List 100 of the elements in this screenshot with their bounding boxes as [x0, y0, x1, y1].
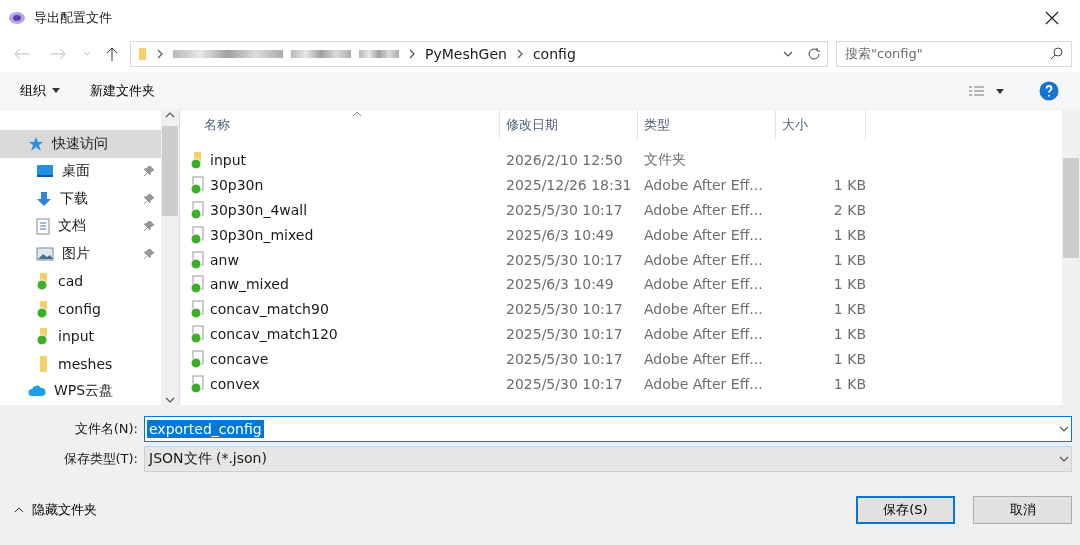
cloud-icon — [28, 385, 46, 398]
forward-arrow-icon — [50, 47, 66, 60]
file-name[interactable]: concav_match90 — [204, 301, 500, 318]
file-name[interactable]: 30p30n_mixed — [204, 226, 500, 243]
modified-date: 2025/6/3 10:49 — [505, 276, 615, 293]
synced-folder-icon — [36, 327, 50, 346]
pin-icon — [143, 192, 155, 205]
column-header[interactable]: 类型 — [638, 110, 776, 140]
modified-date: 2026/2/10 12:50 — [505, 152, 624, 169]
modified-date: 2025/5/30 10:17 — [505, 202, 624, 218]
synced-file-icon — [190, 201, 204, 219]
file-size: 1 KB — [832, 177, 866, 194]
synced-file-icon — [190, 250, 204, 269]
close-icon — [1045, 10, 1059, 25]
cancel-button[interactable]: 取消 — [973, 496, 1072, 524]
file-size: 1 KB — [832, 350, 866, 367]
app-logo-icon — [8, 10, 26, 25]
file-size: 1 KB — [832, 301, 866, 318]
help-icon — [1039, 80, 1059, 101]
pin-icon — [143, 247, 155, 260]
file-type: Adobe After Eff... — [643, 202, 764, 218]
blurred-path-segment — [291, 49, 351, 58]
file-size: 1 KB — [832, 375, 866, 392]
scrollbar[interactable] — [1062, 110, 1080, 405]
file-name[interactable]: input — [204, 152, 500, 169]
chevron-up-icon — [14, 507, 24, 513]
sidebar-item-label: config — [58, 300, 102, 317]
download-arrow-icon — [36, 190, 52, 207]
scroll-down-icon — [165, 395, 175, 405]
column-header[interactable]: 名称 — [204, 110, 500, 140]
file-type: 文件夹 — [643, 151, 687, 170]
breadcrumb[interactable]: config — [532, 45, 576, 62]
sidebar-item[interactable]: 文档 — [0, 212, 161, 240]
file-type: Adobe After Eff... — [643, 177, 764, 194]
save-button[interactable]: 保存(S) — [856, 496, 955, 524]
file-type: Adobe After Eff... — [643, 226, 764, 243]
refresh-icon — [807, 46, 821, 61]
sidebar-item[interactable]: meshes — [0, 350, 161, 378]
column-header[interactable]: 修改日期 — [500, 110, 638, 140]
breadcrumb[interactable]: PyMeshGen — [425, 45, 507, 62]
file-name[interactable]: concave — [204, 350, 500, 367]
details-view-icon — [968, 84, 1004, 97]
file-size: 1 KB — [832, 226, 866, 243]
file-name[interactable]: concav_match120 — [204, 325, 500, 342]
synced-file-icon — [190, 374, 204, 393]
modified-date: 2025/5/30 10:17 — [505, 251, 624, 268]
sidebar-item-label: meshes — [58, 355, 114, 372]
modified-date: 2025/5/30 10:17 — [505, 301, 624, 318]
scroll-up-icon — [165, 110, 175, 120]
sidebar-item[interactable]: WPS云盘 — [0, 377, 161, 405]
sidebar-item-label: 下载 — [60, 189, 89, 208]
file-size: 1 KB — [832, 276, 866, 293]
file-type: Adobe After Eff... — [643, 375, 764, 392]
chevron-right-icon — [155, 48, 165, 59]
sidebar-item[interactable]: 图片 — [0, 240, 161, 268]
caret-icon — [52, 88, 60, 93]
sidebar-item[interactable]: input — [0, 322, 161, 350]
back-arrow-icon — [14, 47, 30, 60]
synced-folder-icon — [36, 272, 50, 291]
file-name[interactable]: anw_mixed — [204, 276, 500, 293]
sidebar-item-label: WPS云盘 — [54, 382, 115, 401]
file-type-dropdown[interactable]: JSON文件 (*.json) — [144, 446, 1072, 472]
synced-file-icon — [190, 300, 204, 319]
synced-file-icon — [190, 225, 204, 244]
synced-file-icon — [190, 324, 204, 343]
sidebar-item[interactable]: 下载 — [0, 185, 161, 213]
file-name[interactable]: 30p30n_4wall — [204, 202, 500, 218]
sidebar-item-label: 桌面 — [62, 162, 91, 181]
search-field[interactable]: 搜索"config" — [836, 40, 1072, 67]
new-folder-button[interactable]: 新建文件夹 — [90, 81, 155, 100]
sidebar-item-label: cad — [58, 273, 85, 290]
scrollbar[interactable] — [161, 110, 179, 405]
blurred-path-segment — [359, 49, 399, 58]
synced-file-icon — [190, 176, 204, 195]
sidebar-item[interactable]: cad — [0, 267, 161, 295]
sidebar-item-label: 快速访问 — [52, 134, 109, 153]
sidebar-item[interactable]: config — [0, 295, 161, 323]
filename-field[interactable]: exported_config — [144, 416, 1072, 442]
up-arrow-icon — [106, 46, 118, 61]
hide-folders-button[interactable]: 隐藏文件夹 — [14, 501, 838, 519]
star-icon — [28, 135, 44, 152]
field-label: 保存类型(T): — [62, 450, 138, 468]
file-type: Adobe After Eff... — [643, 350, 764, 367]
file-name[interactable]: convex — [204, 375, 500, 392]
organize-menu-button[interactable]: 组织 — [20, 81, 60, 100]
column-header[interactable]: 大小 — [776, 110, 866, 140]
dropdown-chevron-icon — [1059, 454, 1069, 464]
file-type: Adobe After Eff... — [643, 301, 764, 318]
sidebar-item[interactable]: 桌面 — [0, 157, 161, 185]
file-size: 2 KB — [832, 202, 866, 218]
file-type: Adobe After Eff... — [643, 325, 764, 342]
address-bar[interactable]: PyMeshGen config — [130, 40, 828, 67]
sidebar-item-label: input — [58, 328, 95, 345]
file-name[interactable]: 30p30n — [204, 177, 500, 194]
modified-date: 2025/6/3 10:49 — [505, 226, 615, 243]
file-size: 1 KB — [832, 251, 866, 268]
modified-date: 2025/5/30 10:17 — [505, 350, 624, 367]
sidebar-item[interactable]: 快速访问 — [0, 130, 161, 158]
chevron-right-icon — [407, 48, 417, 59]
file-name[interactable]: anw — [204, 251, 500, 268]
